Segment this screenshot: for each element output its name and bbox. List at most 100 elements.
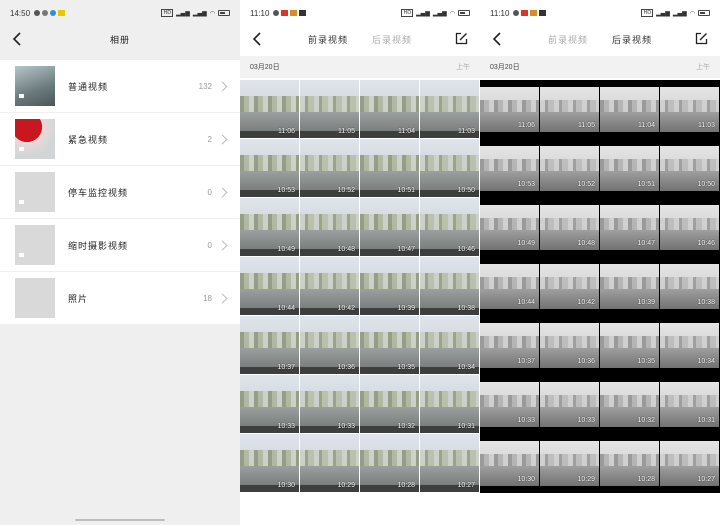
video-thumbnail[interactable]: 10:28: [360, 434, 419, 492]
notification-icon: [513, 10, 520, 16]
video-thumbnail[interactable]: 11:05: [540, 80, 599, 139]
video-timestamp: 10:33: [277, 423, 295, 430]
video-thumbnail[interactable]: 10:38: [660, 257, 719, 316]
album-item-emergency-video[interactable]: 紧急视频 2: [0, 113, 240, 166]
video-thumbnail[interactable]: 11:04: [600, 80, 659, 139]
video-thumbnail[interactable]: 11:03: [420, 80, 479, 138]
video-thumbnail[interactable]: 11:04: [360, 80, 419, 138]
video-thumbnail[interactable]: 11:06: [480, 80, 539, 139]
video-thumbnail[interactable]: 10:34: [660, 316, 719, 375]
video-timestamp: 11:05: [578, 122, 595, 129]
album-label: 缩时摄影视频: [68, 241, 129, 252]
video-thumbnail[interactable]: 10:28: [600, 434, 659, 493]
album-item-normal-video[interactable]: 普通视频 132: [0, 60, 240, 113]
front-video-screen: 11:10 HD ▂▄▆ ▂▄▆ ◠ 前录视频 后录视频 03月20日 上午 1…: [240, 0, 480, 525]
video-thumbnail[interactable]: 11:06: [240, 80, 299, 138]
empty-area: [0, 325, 240, 525]
video-thumbnail[interactable]: 10:32: [360, 375, 419, 433]
tab-front-video[interactable]: 前录视频: [548, 33, 588, 46]
video-thumbnail[interactable]: 10:50: [660, 139, 719, 198]
notification-icon: [34, 10, 41, 16]
video-thumbnail[interactable]: 10:37: [240, 316, 299, 374]
album-count: 18: [203, 293, 212, 303]
video-thumbnail[interactable]: 10:47: [600, 198, 659, 257]
video-thumbnail[interactable]: 10:49: [480, 198, 539, 257]
status-bar: 11:10 HD ▂▄▆ ▂▄▆ ◠: [480, 0, 720, 26]
edit-icon[interactable]: [695, 32, 708, 45]
video-timestamp: 10:36: [577, 358, 595, 365]
video-timestamp: 11:03: [698, 122, 715, 129]
video-thumbnail[interactable]: 10:27: [660, 434, 719, 493]
tab-rear-video[interactable]: 后录视频: [612, 33, 652, 46]
video-thumbnail[interactable]: 10:46: [660, 198, 719, 257]
video-thumbnail[interactable]: 11:03: [660, 80, 719, 139]
video-thumbnail[interactable]: 10:44: [480, 257, 539, 316]
tab-front-video[interactable]: 前录视频: [308, 33, 348, 46]
back-arrow-icon[interactable]: [10, 31, 26, 47]
video-thumbnail[interactable]: 10:29: [540, 434, 599, 493]
video-timestamp: 10:48: [337, 246, 355, 253]
video-thumbnail[interactable]: 10:31: [660, 375, 719, 434]
video-thumbnail[interactable]: 10:36: [300, 316, 359, 374]
video-thumbnail[interactable]: 10:29: [300, 434, 359, 492]
video-thumbnail[interactable]: 11:05: [300, 80, 359, 138]
video-thumbnail[interactable]: 10:36: [540, 316, 599, 375]
back-arrow-icon[interactable]: [250, 31, 266, 47]
video-thumbnail[interactable]: 10:42: [300, 257, 359, 315]
video-thumbnail[interactable]: 10:48: [300, 198, 359, 256]
video-thumbnail[interactable]: 10:42: [540, 257, 599, 316]
album-item-photos[interactable]: 照片 18: [0, 272, 240, 325]
video-thumbnail[interactable]: 10:32: [600, 375, 659, 434]
back-arrow-icon[interactable]: [490, 31, 506, 47]
video-thumbnail[interactable]: 10:31: [420, 375, 479, 433]
album-item-timelapse-video[interactable]: 缩时摄影视频 0: [0, 219, 240, 272]
nav-bar: 相册: [0, 26, 240, 52]
video-thumbnail[interactable]: 10:33: [540, 375, 599, 434]
video-thumbnail[interactable]: 10:44: [240, 257, 299, 315]
video-thumbnail[interactable]: 10:38: [420, 257, 479, 315]
video-timestamp: 10:31: [697, 417, 715, 424]
video-timestamp: 10:46: [697, 240, 715, 247]
video-thumbnail[interactable]: 10:35: [360, 316, 419, 374]
video-timestamp: 10:28: [637, 476, 655, 483]
watermark-logo: 新众: [680, 494, 712, 510]
video-thumbnail[interactable]: 10:47: [360, 198, 419, 256]
video-thumbnail[interactable]: 10:49: [240, 198, 299, 256]
video-timestamp: 10:30: [517, 476, 535, 483]
signal-icon: ▂▄▆: [432, 9, 447, 17]
video-timestamp: 10:27: [697, 476, 715, 483]
home-indicator[interactable]: [75, 519, 165, 521]
video-timestamp: 10:38: [457, 305, 475, 312]
video-thumbnail[interactable]: 10:48: [540, 198, 599, 257]
ampm-label: 上午: [456, 63, 470, 71]
video-thumbnail[interactable]: 10:53: [480, 139, 539, 198]
video-thumbnail[interactable]: 10:52: [300, 139, 359, 197]
album-count: 132: [198, 81, 212, 91]
video-thumbnail[interactable]: 10:53: [240, 139, 299, 197]
video-thumbnail[interactable]: 10:30: [240, 434, 299, 492]
video-thumbnail[interactable]: 10:39: [600, 257, 659, 316]
video-timestamp: 10:46: [457, 246, 475, 253]
video-timestamp: 10:35: [397, 364, 415, 371]
app-icon: [530, 10, 538, 16]
video-thumbnail[interactable]: 10:51: [360, 139, 419, 197]
video-thumbnail[interactable]: 10:50: [420, 139, 479, 197]
video-thumbnail[interactable]: 10:52: [540, 139, 599, 198]
video-thumbnail[interactable]: 10:37: [480, 316, 539, 375]
video-thumbnail[interactable]: 10:30: [480, 434, 539, 493]
video-thumbnail[interactable]: 10:33: [480, 375, 539, 434]
video-thumbnail[interactable]: 10:51: [600, 139, 659, 198]
hd-icon: HD: [641, 9, 654, 17]
video-thumbnail[interactable]: 10:33: [240, 375, 299, 433]
video-thumbnail[interactable]: 10:35: [600, 316, 659, 375]
video-thumbnail[interactable]: 10:34: [420, 316, 479, 374]
video-thumbnail[interactable]: 10:33: [300, 375, 359, 433]
chevron-right-icon: [217, 81, 228, 91]
video-thumbnail[interactable]: 10:27: [420, 434, 479, 492]
video-thumbnail[interactable]: 10:46: [420, 198, 479, 256]
edit-icon[interactable]: [455, 32, 468, 45]
album-item-parking-video[interactable]: 停车监控视频 0: [0, 166, 240, 219]
tab-rear-video[interactable]: 后录视频: [372, 33, 412, 46]
video-thumbnail[interactable]: 10:39: [360, 257, 419, 315]
wifi-icon: ◠: [209, 9, 215, 17]
